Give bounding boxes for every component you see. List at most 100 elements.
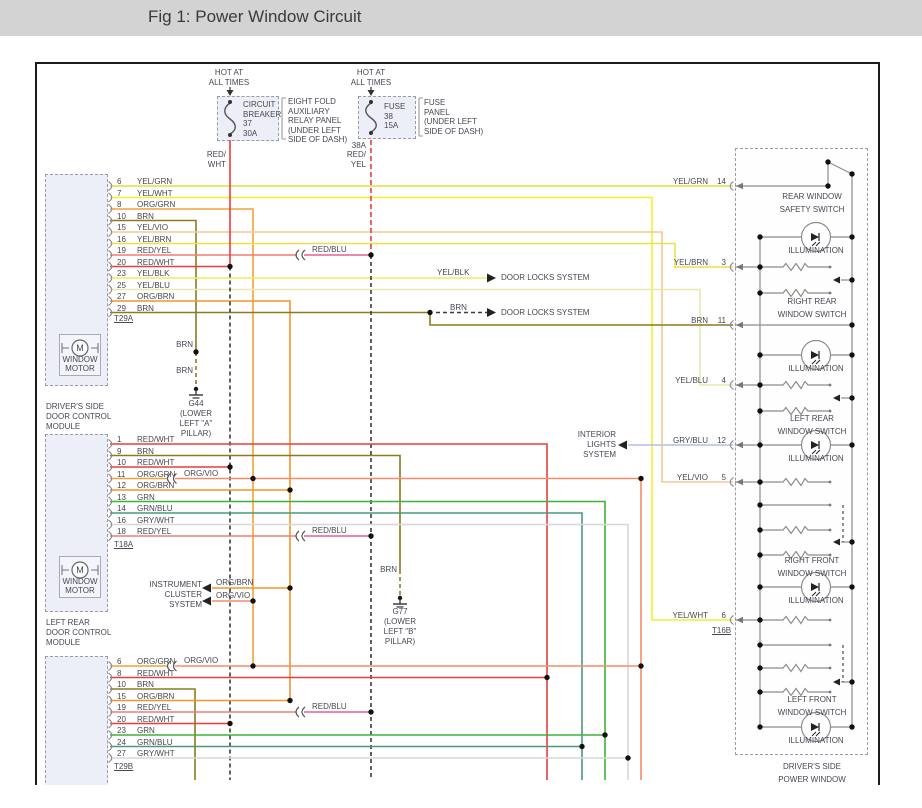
illumination-label: ILLUMINATION: [788, 454, 844, 463]
pin-number: 16: [117, 234, 126, 244]
pin-number: 6: [117, 657, 122, 666]
switch-label: WINDOW SWITCH: [777, 310, 847, 319]
junction-dot: [849, 442, 855, 448]
figure-header: Fig 1: Power Window Circuit: [0, 0, 922, 36]
pin-wire-label: GRN/BLU: [137, 504, 173, 513]
pin-wire-label: GRY/WHT: [137, 749, 175, 758]
junction-dot: [757, 642, 763, 648]
pin-wire-label: RED/WHT: [137, 458, 175, 467]
pin-wire-label: ORG/BRN: [137, 292, 175, 301]
pin-number: 25: [117, 280, 126, 290]
junction-dot: [757, 290, 763, 296]
junction-dot: [227, 464, 233, 470]
pin-number: 19: [117, 246, 126, 255]
junction-dot: [579, 743, 585, 750]
hot-at-all-times-label: HOT AT: [214, 68, 244, 77]
junction-dot: [544, 674, 550, 681]
panel-caption: POWER WINDOW: [778, 774, 846, 784]
junction-dot: [638, 475, 644, 482]
pin-number: 4: [721, 376, 726, 385]
switch-contact-arrow-icon: [833, 394, 840, 402]
pin-wire-label: ORG/BRN: [137, 691, 175, 701]
ground-location: (LOWER: [180, 409, 212, 418]
module-caption: MODULE: [46, 638, 81, 647]
fuse-label: 15A: [384, 121, 399, 130]
pin-number: 11: [717, 316, 726, 325]
connector-label: T18A: [114, 540, 134, 549]
ground-location: (LOWER: [384, 617, 416, 626]
pin-number: 12: [117, 481, 126, 490]
wire-end-dot: [828, 480, 832, 484]
pin-number: 23: [117, 269, 126, 278]
switch-label: LEFT REAR: [790, 414, 834, 423]
wire-color-label: YEL: [350, 159, 366, 169]
fuse-panel-label: FUSE: [424, 98, 446, 107]
junction-dot: [368, 252, 374, 258]
fuse-label: 38: [384, 111, 393, 121]
junction-dot: [638, 663, 644, 669]
pin-number: 8: [117, 668, 122, 678]
module-caption: MODULE: [46, 422, 81, 431]
switch-contact-arrow-icon: [833, 538, 840, 546]
junction-dot: [849, 724, 855, 730]
wire-end-dot: [828, 409, 832, 413]
pin-number: 13: [117, 492, 126, 502]
down-arrow-icon: [226, 90, 234, 96]
connector-label: T29A: [114, 314, 134, 323]
pin-wire-label: BRN: [137, 446, 154, 456]
junction-dot: [757, 442, 763, 448]
splice-label: RED/BLU: [312, 526, 347, 535]
junction-dot: [757, 479, 763, 485]
illumination-label: ILLUMINATION: [788, 596, 844, 605]
pin-number: 15: [117, 691, 126, 701]
pin-wire-label: YEL/GRN: [672, 177, 708, 186]
wire-end-dot: [828, 265, 832, 269]
pin-wire-label: YEL/BRN: [137, 234, 172, 244]
motor-m-label: M: [76, 342, 84, 353]
wire-end-dot: [828, 618, 832, 622]
wire-color-label: BRN: [176, 366, 193, 375]
pin-wire-label: GRY/WHT: [137, 515, 175, 525]
system-ref-label: INSTRUMENT: [149, 580, 202, 589]
pin-number: 12: [717, 436, 726, 445]
pin-number: 8: [117, 200, 122, 209]
junction-dot: [287, 697, 293, 704]
wire-end-dot: [828, 666, 832, 670]
resistor-icon: [760, 663, 830, 673]
pin-wire-label: YEL/WHT: [137, 188, 173, 198]
pin-number: 27: [117, 292, 126, 301]
pin-wire-label: BRN: [137, 303, 154, 313]
switch-label: LEFT FRONT: [787, 695, 837, 704]
junction-dot: [427, 309, 433, 316]
motor-label: MOTOR: [65, 586, 95, 595]
splice-icon: [295, 530, 306, 542]
junction-dot: [757, 689, 763, 695]
hot-at-all-times-label: ALL TIMES: [208, 77, 250, 87]
wire-end-dot: [828, 383, 832, 387]
junction-dot: [368, 533, 374, 539]
junction-dot: [287, 487, 293, 493]
hot-at-all-times-label: HOT AT: [356, 68, 386, 77]
pin-wire-label: RED/WHT: [137, 257, 175, 267]
system-ref-label: SYSTEM: [169, 600, 202, 609]
connector-arrow-icon: [736, 616, 743, 624]
wire: [110, 443, 548, 780]
junction-dot: [757, 724, 763, 730]
panel-caption: DRIVER'S SIDE: [783, 762, 841, 771]
connector-label: T29B: [114, 762, 134, 771]
pin-wire-label: GRN/BLU: [137, 737, 173, 747]
circuit-breaker-label: 30A: [243, 128, 258, 138]
breaker-terminal: [228, 100, 232, 104]
pin-number: 27: [117, 749, 126, 758]
wire-color-label: BRN: [380, 565, 397, 574]
system-arrow-icon: [487, 273, 496, 283]
fuse-terminal: [369, 131, 373, 135]
junction-dot: [757, 408, 763, 414]
pin-number: 18: [117, 527, 126, 536]
wire-color-label: BRN: [176, 340, 193, 349]
splice-label: RED/BLU: [312, 245, 347, 254]
relay-panel-label: EIGHT FOLD: [288, 97, 336, 106]
illumination-label: ILLUMINATION: [788, 364, 844, 373]
pin-number: 10: [117, 458, 126, 467]
fuse-terminal: [369, 100, 373, 104]
